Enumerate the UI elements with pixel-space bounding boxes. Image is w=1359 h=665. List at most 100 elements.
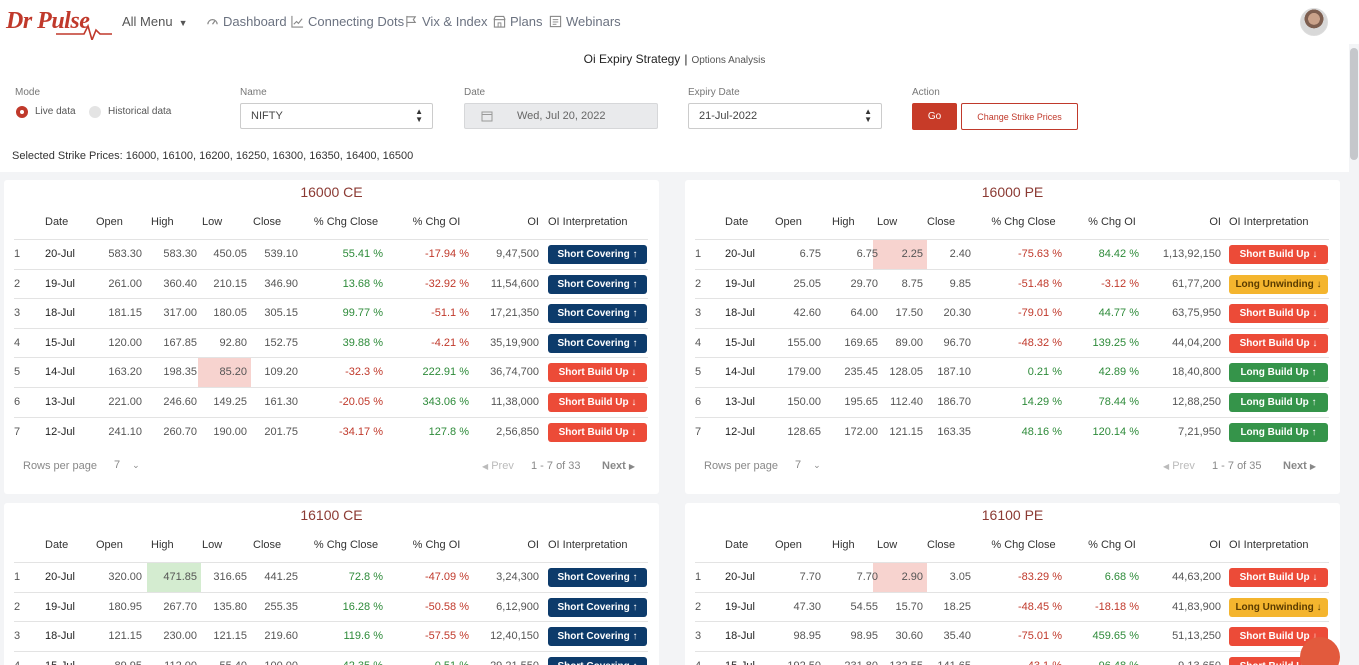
table-cell: -75.01 % [1017,630,1062,643]
nav-dashboard[interactable]: Dashboard [206,14,287,29]
card-title: 16100 CE [300,507,363,523]
prev-button[interactable]: ◀ Prev [482,460,514,472]
nav-plans[interactable]: Plans [493,14,543,29]
table-row[interactable]: 3 18-Jul 121.15 230.00 121.15 219.60 119.6 % -5… [14,621,648,650]
column-header: % Chg OI [412,216,461,228]
oi-interpretation-badge: Short Build Up ↓ [548,363,647,383]
table-row[interactable]: 1 20-Jul 6.75 6.75 2.25 2.40 -75.63 % 84.42 % 1,… [695,239,1329,269]
live-data-label[interactable]: Live data [35,106,76,117]
table-row[interactable]: 4 15-Jul 89.95 112.00 55.40 100.00 42.35 % 0.51… [14,650,648,665]
table-cell: 15-Jul [725,336,755,349]
table-cell: 305.15 [264,307,298,320]
table-row[interactable]: 1 20-Jul 7.70 7.70 2.90 3.05 -83.29 % 6.68 % 44,… [695,562,1329,592]
pulse-line-icon [56,23,112,40]
table-row[interactable]: 4 15-Jul 155.00 169.65 89.00 96.70 -48.32 % 139… [695,327,1329,357]
table-cell: 7.70 [856,571,878,583]
table-row[interactable]: 5 14-Jul 179.00 235.45 128.05 187.10 0.21 % 42.… [695,357,1329,386]
column-header: Low [877,216,898,228]
column-header: High [832,539,855,551]
date-value: Wed, Jul 20, 2022 [517,110,606,122]
change-strike-prices-button[interactable]: Change Strike Prices [961,103,1078,130]
table-row[interactable]: 5 14-Jul 163.20 198.35 85.20 109.20 -32.3 % 222… [14,357,648,388]
table-row[interactable]: 3 18-Jul 42.60 64.00 17.50 20.30 -79.01 % 44.77… [695,298,1329,327]
chevron-right-icon: ▶ [628,462,636,471]
table-cell: 6,12,900 [496,600,539,613]
expiry-date-select[interactable]: 21-Jul-2022 ▲ ▼ [688,103,882,129]
table-cell: 6.68 % [1104,571,1139,583]
rows-per-page-select[interactable]: 7 ⌄ [114,459,140,471]
table-row[interactable]: 2 19-Jul 261.00 360.40 210.15 346.90 13.68 % -3… [14,268,648,298]
table-row[interactable]: 2 19-Jul 180.95 267.70 135.80 255.35 16.28 % -5… [14,591,648,621]
table-cell: 42.35 % [309,660,383,665]
table-cell: 29.70 [850,277,878,290]
table-cell: 63,75,950 [1172,307,1221,320]
table-header: Date Open High Low Close % Chg Close % Chg OI O… [695,216,1329,236]
table-row[interactable]: 4 15-Jul 192.50 231.80132.55 141.65 -43.1 % 96… [695,650,1329,665]
table-row[interactable]: 1 20-Jul 320.00 471.85 316.65 441.25 72.8 % -47… [14,562,648,592]
table-row[interactable]: 7 12-Jul 128.65 172.00 121.15 163.35 48.16 % 12… [695,416,1329,446]
table-cell: 343.06 % [422,396,469,408]
table-cell: 29,21,550 [474,660,539,665]
table-cell: 36,74,700 [490,366,539,379]
date-input[interactable]: Wed, Jul 20, 2022 [464,103,658,129]
table-cell: -32.3 % [345,366,383,379]
nav-vix-index[interactable]: Vix & Index [405,14,488,29]
table-row[interactable]: 6 13-Jul 150.00 195.65 112.40 186.70 14.29 % 78… [695,387,1329,416]
rows-per-page-value: 7 [795,459,802,471]
historical-data-radio[interactable] [89,106,101,118]
table-cell: 55.41 % [342,248,383,260]
table-cell: 161.30 [264,396,298,408]
user-avatar[interactable] [1300,8,1328,36]
table-cell: 8.75 [901,277,923,290]
name-select[interactable]: NIFTY ▲ ▼ [240,103,433,129]
table-row[interactable]: 3 18-Jul 181.15 317.00 180.05 305.15 99.77 % -5… [14,298,648,327]
live-data-radio[interactable] [16,106,28,118]
table-row[interactable]: 4 15-Jul 120.00 167.85 92.80 152.75 39.88 % -4.… [14,327,648,357]
rows-per-page-select[interactable]: 7 ⌄ [795,459,821,471]
column-header: Close [253,216,282,228]
pagination-info: 1 - 7 of 35 [1212,460,1262,472]
row-index: 1 [14,248,21,260]
row-index: 7 [695,425,702,438]
table-cell: 14.29 % [1021,396,1062,408]
nav-connecting-dots[interactable]: Connecting Dots [291,14,404,29]
table-cell: -75.63 % [1017,248,1062,260]
table-cell: 179.00 [787,366,821,379]
table-row[interactable]: 2 19-Jul 47.30 54.55 15.70 18.25 -48.45 % -18.1… [695,591,1329,621]
go-button[interactable]: Go [912,103,957,130]
table-cell: 14-Jul [45,366,75,379]
table-row[interactable]: 2 19-Jul 25.05 29.70 8.75 9.85 -51.48 % -3.12 %… [695,268,1329,298]
table-row[interactable]: 6 13-Jul 221.00 246.60 149.25 161.30 -20.05 % 3… [14,387,648,416]
next-button[interactable]: Next ▶ [602,460,635,472]
table-cell: 12,40,150 [490,630,539,643]
all-menu-dropdown[interactable]: All Menu ▼ [122,14,188,29]
dr-pulse-logo[interactable]: Dr Pulse [6,6,112,40]
table-cell: 149.25 [213,396,247,408]
table-cell: 9,47,500 [496,248,539,260]
next-button[interactable]: Next ▶ [1283,460,1316,472]
table-cell: 2.25 [901,248,923,260]
table-cell: 96.48 % [1085,660,1139,665]
table-cell: 7,21,950 [1178,425,1221,438]
table-cell: -17.94 % [424,248,469,260]
column-header: Low [202,539,223,551]
table-row[interactable]: 1 20-Jul 583.30 583.30 450.05 539.10 55.41 % -1… [14,239,648,268]
column-header: Low [877,539,898,551]
prev-button[interactable]: ◀ Prev [1163,460,1195,472]
table-row[interactable]: 3 18-Jul 98.95 98.95 30.60 35.40 -75.01 % 459.6… [695,621,1329,650]
table-cell: 121.15 [889,425,923,438]
column-header: % Chg Close [991,216,1056,228]
table-cell: 41,83,900 [1172,600,1221,613]
table-cell: 190.00 [213,425,247,438]
table-row[interactable]: 7 12-Jul 241.10 260.70 190.00 201.75 -34.17 % 1… [14,416,648,446]
table-cell: 35.40 [943,630,971,643]
table-cell: 100.00 [253,660,298,665]
page-scrollbar-thumb[interactable] [1350,48,1358,160]
table-cell: 260.70 [163,425,197,438]
table-header: Date Open High Low Close % Chg Close % Chg OI O… [695,539,1329,559]
table-cell: 13.68 % [342,277,383,290]
table-cell: 19-Jul [45,600,75,613]
nav-webinars[interactable]: Webinars [549,14,621,29]
table-cell: 2.90 [901,571,923,583]
historical-data-label[interactable]: Historical data [108,106,171,117]
